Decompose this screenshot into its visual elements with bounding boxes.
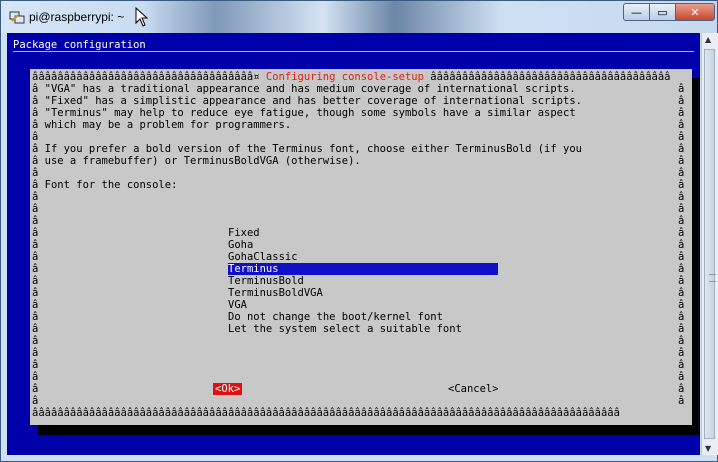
dialog-right-border: â <box>678 299 685 311</box>
scrollbar-thumb[interactable] <box>704 49 716 439</box>
dialog-bottom-border: ââââââââââââââââââââââââââââââââââââââââ… <box>32 407 620 419</box>
putty-window: pi@raspberrypi: ~ — ▭ ✕ Package configur… <box>0 0 718 462</box>
dialog-line: â "Fixed" has a simplistic appearance an… <box>32 95 582 107</box>
mouse-cursor-icon <box>135 7 149 27</box>
dialog-line: â <box>32 395 39 407</box>
dialog-right-border: â <box>678 119 685 131</box>
dialog-right-border: â <box>678 311 685 323</box>
title-bar[interactable]: pi@raspberrypi: ~ — ▭ ✕ <box>1 1 717 33</box>
dialog-line: â Font for the console: <box>32 179 178 191</box>
dialog-line: â which may be a problem for programmers… <box>32 119 292 131</box>
font-option-goha[interactable]: Goha <box>228 239 253 251</box>
dialog-top-border-left: âââââââââââââââââââââââââââââââââââ¤ <box>32 71 266 83</box>
dialog-right-border: â <box>678 191 685 203</box>
dialog-right-border: â <box>678 251 685 263</box>
dialog-top-border-right: ââââââââââââââââââââââââââââââââââââââ <box>423 71 671 83</box>
dialog-right-border: â <box>678 95 685 107</box>
scroll-up-arrow-icon[interactable]: ▲ <box>705 35 711 44</box>
font-option-gohaclassic[interactable]: GohaClassic <box>228 251 298 263</box>
dialog-line: â <box>32 167 39 179</box>
dialog-right-border: â <box>678 227 685 239</box>
dialog-right-border: â <box>678 383 685 395</box>
dialog-line: â <box>32 191 39 203</box>
minimize-button[interactable]: — <box>623 3 650 21</box>
dialog-right-border: â <box>678 335 685 347</box>
dialog-line: â <box>32 311 39 323</box>
vertical-scrollbar[interactable]: ▲ ▼ <box>701 33 718 455</box>
putty-icon <box>9 11 25 24</box>
dialog-line: â <box>32 287 39 299</box>
dialog-right-border: â <box>678 359 685 371</box>
font-option-terminus[interactable]: Terminus <box>228 263 498 275</box>
dialog-line: â <box>32 335 39 347</box>
dialog-line: â <box>32 263 39 275</box>
dialog-right-border: â <box>678 239 685 251</box>
dialog-right-border: â <box>678 155 685 167</box>
console-setup-dialog: âââââââââââââââââââââââââââââââââââ¤ Con… <box>30 69 692 425</box>
terminal-area[interactable]: Package configuration ââââââââââââââââââ… <box>7 33 700 455</box>
dialog-line: â <box>32 323 39 335</box>
dialog-line: â <box>32 227 39 239</box>
dialog-right-border: â <box>678 263 685 275</box>
dialog-line: â <box>32 239 39 251</box>
dialog-shadow-right <box>692 78 700 433</box>
dialog-right-border: â <box>678 395 685 407</box>
dialog-line: â <box>32 215 39 227</box>
ok-button[interactable]: <Ok> <box>213 383 243 395</box>
dialog-line: â <box>32 251 39 263</box>
cancel-button[interactable]: <Cancel> <box>448 383 499 395</box>
dialog-right-border: â <box>678 287 685 299</box>
dialog-line: â <box>32 203 39 215</box>
dialog-right-border: â <box>678 83 685 95</box>
dialog-right-border: â <box>678 275 685 287</box>
dialog-right-border: â <box>678 167 685 179</box>
dialog-right-border: â <box>678 131 685 143</box>
dialog-shadow-bottom <box>38 425 700 435</box>
dialog-line: â <box>32 131 39 143</box>
dialog-right-border: â <box>678 323 685 335</box>
dialog-line: â <box>32 299 39 311</box>
dialog-right-border: â <box>678 143 685 155</box>
dialog-line: â "VGA" has a traditional appearance and… <box>32 83 576 95</box>
minimize-icon: — <box>631 5 642 19</box>
maximize-button[interactable]: ▭ <box>649 3 676 21</box>
dialog-right-border: â <box>678 347 685 359</box>
font-option-vga[interactable]: VGA <box>228 299 247 311</box>
dialog-top-border: âââââââââââââââââââââââââââââââââââ¤ Con… <box>32 71 671 83</box>
dialog-line: â <box>32 347 39 359</box>
font-option-no-change[interactable]: Do not change the boot/kernel font <box>228 311 443 323</box>
close-icon: ✕ <box>690 5 700 19</box>
window-title: pi@raspberrypi: ~ <box>29 10 125 24</box>
font-option-auto-select[interactable]: Let the system select a suitable font <box>228 323 462 335</box>
close-button[interactable]: ✕ <box>675 3 715 21</box>
dialog-right-border: â <box>678 371 685 383</box>
font-option-terminusboldvga[interactable]: TerminusBoldVGA <box>228 287 323 299</box>
header-divider <box>13 51 694 52</box>
dialog-right-border: â <box>678 179 685 191</box>
font-option-terminusbold[interactable]: TerminusBold <box>228 275 304 287</box>
dialog-right-border: â <box>678 203 685 215</box>
dialog-line: â <box>32 371 39 383</box>
font-option-fixed[interactable]: Fixed <box>228 227 260 239</box>
dialog-line: â "Terminus" may help to reduce eye fati… <box>32 107 576 119</box>
dialog-title: Configuring console-setup <box>265 71 424 83</box>
dialog-line: â <box>32 383 39 395</box>
scrollbar-grip-icon <box>709 274 716 282</box>
dialog-right-border: â <box>678 107 685 119</box>
dialog-right-border: â <box>678 215 685 227</box>
dialog-line: â If you prefer a bold version of the Te… <box>32 143 582 155</box>
dialog-line: â <box>32 359 39 371</box>
maximize-icon: ▭ <box>657 5 668 19</box>
dialog-line: â <box>32 275 39 287</box>
dialog-line: â use a framebuffer) or TerminusBoldVGA … <box>32 155 361 167</box>
scroll-down-arrow-icon[interactable]: ▼ <box>705 444 711 453</box>
package-configuration-header: Package configuration <box>13 39 146 51</box>
